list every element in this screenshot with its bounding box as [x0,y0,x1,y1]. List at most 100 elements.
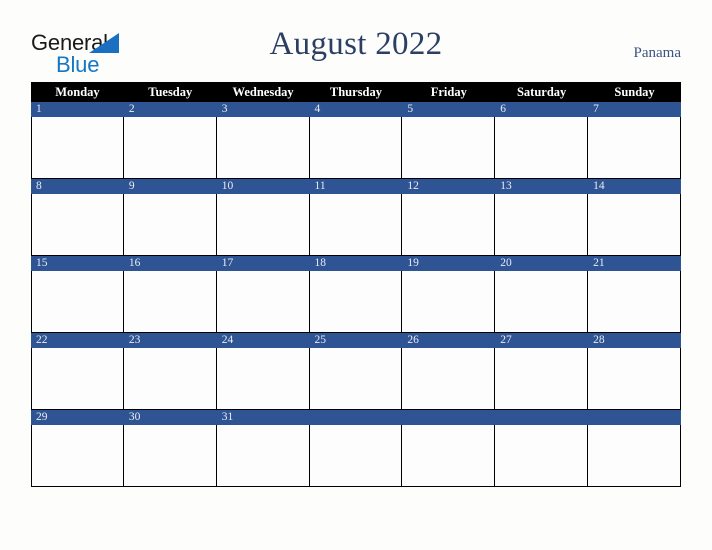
day-cell[interactable]: 19 [402,256,496,333]
day-events-area[interactable] [309,348,403,410]
day-cell[interactable]: 28 [588,333,681,410]
calendar-week-row: 15 16 17 18 19 20 21 [31,256,681,333]
day-cell[interactable]: 8 [31,179,124,256]
day-number: 31 [216,410,310,425]
day-cell[interactable]: 15 [31,256,124,333]
day-events-area[interactable] [402,271,496,333]
day-cell-empty [588,410,681,487]
day-cell[interactable]: 13 [495,179,589,256]
day-cell[interactable]: 22 [31,333,124,410]
day-events-area[interactable] [309,117,403,179]
day-events-area[interactable] [31,194,124,256]
day-events-area[interactable] [309,194,403,256]
day-number: 20 [495,256,589,271]
day-events-area[interactable] [588,271,681,333]
day-events-area[interactable] [588,348,681,410]
day-events-area [495,425,589,487]
day-number: 19 [402,256,496,271]
day-number: 16 [123,256,217,271]
day-cell[interactable]: 16 [123,256,217,333]
day-number: 14 [588,179,681,194]
day-number: 1 [31,102,124,117]
day-number: 3 [216,102,310,117]
day-events-area[interactable] [402,194,496,256]
page-header: General Blue August 2022 Panama [0,0,712,82]
day-cell[interactable]: 23 [123,333,217,410]
day-events-area[interactable] [123,425,217,487]
day-number: 6 [495,102,589,117]
day-events-area[interactable] [495,194,589,256]
day-events-area[interactable] [31,348,124,410]
day-events-area[interactable] [216,271,310,333]
day-cell[interactable]: 31 [216,410,310,487]
day-cell[interactable]: 10 [216,179,310,256]
weekday-header-friday: Friday [402,82,496,102]
day-events-area[interactable] [123,117,217,179]
day-events-area[interactable] [495,271,589,333]
day-events-area [588,425,681,487]
calendar-week-row: 22 23 24 25 26 27 28 [31,333,681,410]
day-cell[interactable]: 7 [588,102,681,179]
day-cell[interactable]: 6 [495,102,589,179]
page-title: August 2022 [269,26,443,62]
day-cell[interactable]: 24 [216,333,310,410]
day-number: 21 [588,256,681,271]
day-events-area[interactable] [31,271,124,333]
day-events-area[interactable] [31,425,124,487]
day-cell[interactable]: 1 [31,102,124,179]
calendar-grid: Monday Tuesday Wednesday Thursday Friday… [31,82,681,487]
day-events-area[interactable] [216,117,310,179]
day-number: 22 [31,333,124,348]
day-events-area[interactable] [402,117,496,179]
day-events-area[interactable] [123,194,217,256]
day-events-area[interactable] [309,271,403,333]
day-cell[interactable]: 4 [309,102,403,179]
day-number: 18 [309,256,403,271]
day-number [588,410,681,425]
day-number [309,410,403,425]
day-cell[interactable]: 17 [216,256,310,333]
day-number: 29 [31,410,124,425]
day-events-area[interactable] [216,425,310,487]
day-cell-empty [402,410,496,487]
day-events-area[interactable] [495,117,589,179]
day-events-area[interactable] [402,348,496,410]
day-cell[interactable]: 30 [123,410,217,487]
weekday-header-wednesday: Wednesday [216,82,310,102]
day-cell[interactable]: 26 [402,333,496,410]
day-cell[interactable]: 27 [495,333,589,410]
day-cell-empty [309,410,403,487]
day-events-area[interactable] [123,271,217,333]
day-events-area[interactable] [216,348,310,410]
day-cell[interactable]: 9 [123,179,217,256]
day-cell[interactable]: 29 [31,410,124,487]
day-cell[interactable]: 11 [309,179,403,256]
day-cell[interactable]: 14 [588,179,681,256]
day-number: 23 [123,333,217,348]
day-cell[interactable]: 2 [123,102,217,179]
weekday-header-monday: Monday [31,82,124,102]
day-number: 28 [588,333,681,348]
day-events-area[interactable] [123,348,217,410]
day-number: 13 [495,179,589,194]
weekday-header-tuesday: Tuesday [123,82,217,102]
day-cell[interactable]: 25 [309,333,403,410]
day-number: 25 [309,333,403,348]
day-number: 15 [31,256,124,271]
day-number: 27 [495,333,589,348]
day-events-area[interactable] [216,194,310,256]
day-events-area[interactable] [31,117,124,179]
day-cell[interactable]: 5 [402,102,496,179]
day-cell[interactable]: 21 [588,256,681,333]
day-number: 10 [216,179,310,194]
calendar-week-row: 29 30 31 [31,410,681,487]
day-cell[interactable]: 18 [309,256,403,333]
day-number: 2 [123,102,217,117]
day-cell[interactable]: 3 [216,102,310,179]
day-cell[interactable]: 20 [495,256,589,333]
day-events-area[interactable] [588,117,681,179]
day-cell-empty [495,410,589,487]
day-events-area[interactable] [588,194,681,256]
day-events-area[interactable] [495,348,589,410]
day-cell[interactable]: 12 [402,179,496,256]
